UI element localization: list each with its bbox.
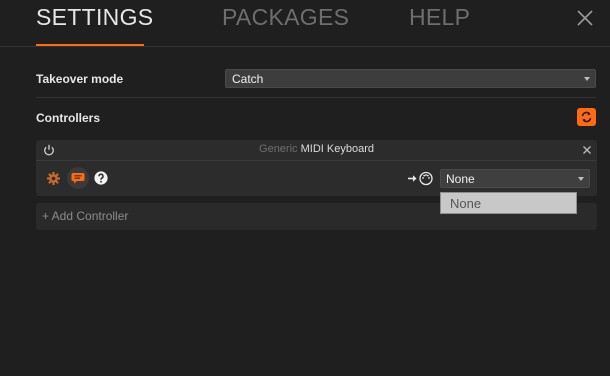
takeover-mode-select[interactable]: Catch xyxy=(225,69,596,88)
tab-settings[interactable]: SETTINGS xyxy=(36,4,153,31)
header-divider xyxy=(0,46,610,47)
tab-bar: SETTINGS PACKAGES HELP xyxy=(0,0,610,46)
controller-vendor: Generic xyxy=(259,143,298,155)
midi-port-dropdown: None xyxy=(440,192,577,214)
dropdown-option-none[interactable]: None xyxy=(450,196,481,211)
controllers-label: Controllers xyxy=(36,111,101,125)
card-divider xyxy=(36,160,597,161)
takeover-mode-label: Takeover mode xyxy=(36,72,124,86)
gear-icon[interactable] xyxy=(46,171,61,186)
close-icon[interactable] xyxy=(575,8,595,28)
refresh-controllers-button[interactable] xyxy=(577,108,596,126)
help-icon[interactable] xyxy=(94,171,108,185)
remove-controller-icon[interactable] xyxy=(581,144,593,156)
chat-icon xyxy=(71,173,85,184)
takeover-mode-value: Catch xyxy=(232,72,264,86)
chat-button[interactable] xyxy=(67,167,89,189)
chevron-down-icon xyxy=(578,177,584,181)
row-divider xyxy=(36,97,596,98)
midi-port-value: None xyxy=(446,172,475,186)
tab-help[interactable]: HELP xyxy=(409,4,470,31)
controller-model: MIDI Keyboard xyxy=(300,143,374,155)
chevron-down-icon xyxy=(584,77,590,81)
midi-port-select[interactable]: None xyxy=(440,169,590,188)
add-controller-label: + Add Controller xyxy=(42,209,129,223)
tab-packages[interactable]: PACKAGES xyxy=(222,4,349,31)
refresh-icon xyxy=(581,111,592,123)
midi-in-icon xyxy=(408,171,433,186)
controller-title: Generic MIDI Keyboard xyxy=(36,143,597,155)
controller-card: Generic MIDI Keyboard None xyxy=(36,140,597,196)
